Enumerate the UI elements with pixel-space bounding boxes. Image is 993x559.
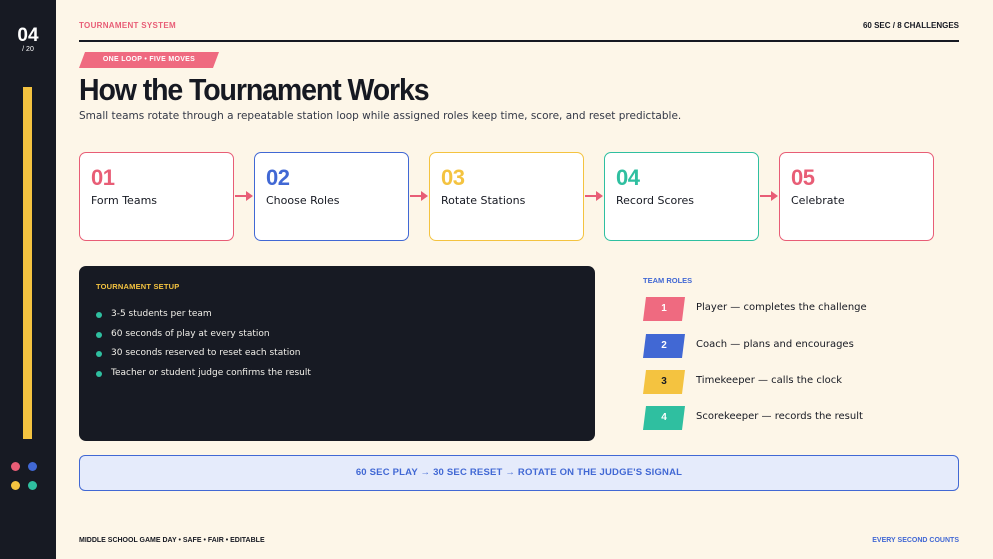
step-card-4: 04 Record Scores [604, 152, 759, 241]
step-label: Form Teams [91, 194, 158, 207]
page-subtitle: Small teams rotate through a repeatable … [79, 110, 682, 122]
step-number: 03 [441, 165, 465, 190]
role-badge: 1 [643, 297, 685, 321]
step-number: 05 [791, 165, 815, 190]
step-card-5: 05 Celebrate [779, 152, 934, 241]
arrow-right-icon [235, 191, 253, 201]
list-item-text: 30 seconds reserved to reset each statio… [111, 348, 301, 358]
step-label: Rotate Stations [441, 194, 526, 207]
footer-right: EVERY SECOND COUNTS [872, 537, 959, 544]
side-rail: 04 / 20 [0, 0, 56, 559]
setup-list: 3-5 students per team 60 seconds of play… [96, 309, 311, 387]
yellow-dot [11, 481, 20, 490]
red-dot [11, 462, 20, 471]
step-label: Record Scores [616, 194, 695, 207]
role-badge: 2 [643, 334, 685, 358]
arrow-right-icon [760, 191, 778, 201]
role-badge: 3 [643, 370, 685, 394]
role-item-timekeeper: 3 Timekeeper — calls the clock [643, 370, 943, 394]
section-tag: ONE LOOP • FIVE MOVES [79, 52, 219, 68]
list-item-text: 3-5 students per team [111, 309, 212, 319]
role-badge: 4 [643, 406, 685, 430]
step-card-2: 02 Choose Roles [254, 152, 409, 241]
setup-panel: TOURNAMENT SETUP 3-5 students per team 6… [79, 266, 595, 441]
bullet-icon [96, 331, 102, 338]
role-text: Coach — plans and encourages [696, 339, 854, 350]
role-text: Player — completes the challenge [696, 302, 867, 313]
role-item-scorekeeper: 4 Scorekeeper — records the result [643, 406, 943, 430]
teal-dot [28, 481, 37, 490]
setup-title: TOURNAMENT SETUP [96, 282, 180, 291]
role-item-player: 1 Player — completes the challenge [643, 297, 943, 321]
bullet-icon [96, 312, 102, 318]
header-divider [79, 40, 959, 42]
header-meta: 60 SEC / 8 CHALLENGES [862, 21, 959, 30]
section-label: TOURNAMENT SYSTEM [79, 21, 176, 30]
progress-bar [23, 87, 32, 439]
tag-label: ONE LOOP • FIVE MOVES [102, 56, 196, 63]
arrow-right-icon [410, 191, 428, 201]
role-text: Scorekeeper — records the result [696, 411, 863, 422]
bullet-icon [96, 370, 102, 377]
list-item-text: 60 seconds of play at every station [111, 328, 270, 339]
step-card-1: 01 Form Teams [79, 152, 234, 241]
step-number: 01 [91, 165, 115, 190]
step-number: 02 [266, 165, 290, 190]
step-label: Choose Roles [266, 194, 340, 207]
slide-number: 04 [17, 25, 39, 46]
step-card-3: 03 Rotate Stations [429, 152, 584, 241]
list-item: 60 seconds of play at every station [96, 329, 311, 349]
slide-total: / 20 [22, 46, 34, 53]
blue-dot [28, 462, 37, 471]
step-label: Celebrate [791, 194, 845, 207]
roles-title: TEAM ROLES [643, 276, 693, 285]
list-item: 30 seconds reserved to reset each statio… [96, 348, 311, 368]
page-title: How the Tournament Works [79, 72, 430, 107]
rotation-banner: 60 SEC PLAY → 30 SEC RESET → ROTATE ON T… [79, 455, 959, 491]
bullet-icon [96, 351, 102, 357]
arrow-right-icon [585, 191, 603, 201]
banner-text: 60 SEC PLAY → 30 SEC RESET → ROTATE ON T… [355, 467, 683, 478]
list-item: Teacher or student judge confirms the re… [96, 368, 311, 388]
list-item: 3-5 students per team [96, 309, 311, 329]
footer-left: MIDDLE SCHOOL GAME DAY • SAFE • FAIR • E… [79, 537, 265, 544]
step-number: 04 [616, 165, 640, 190]
role-text: Timekeeper — calls the clock [696, 375, 843, 386]
role-item-coach: 2 Coach — plans and encourages [643, 334, 943, 358]
list-item-text: Teacher or student judge confirms the re… [111, 367, 311, 378]
